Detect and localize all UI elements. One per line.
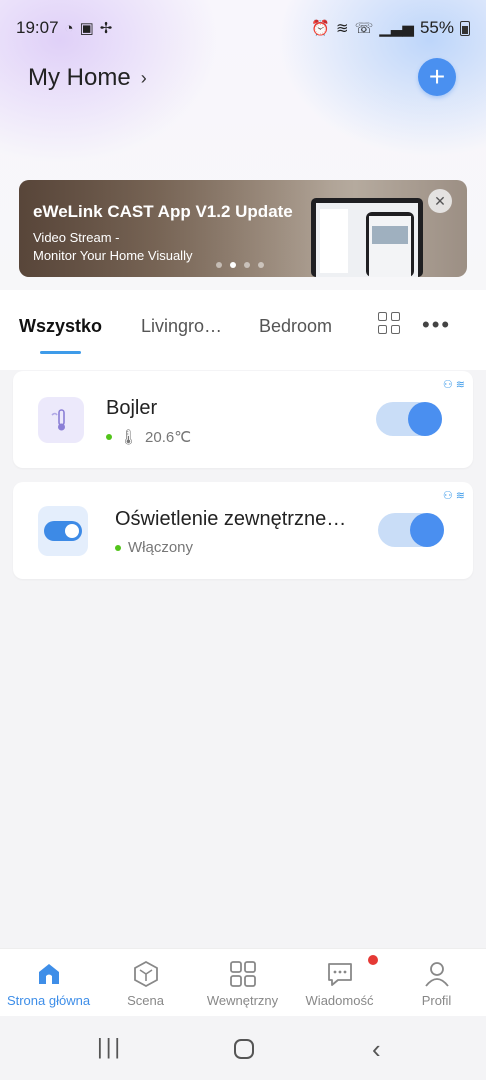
recent-apps-icon[interactable]: ||| xyxy=(97,1034,123,1060)
battery-percent: 55% xyxy=(419,18,454,37)
shared-icon: ⚇ xyxy=(442,379,453,391)
active-tab-indicator xyxy=(40,351,81,354)
signal-icon: ▁▃▅ xyxy=(379,20,414,37)
device-status-text: Włączony xyxy=(128,539,194,556)
battery-icon xyxy=(460,20,470,36)
back-icon[interactable]: ‹ xyxy=(372,1034,381,1065)
nav-messages-label: Wiadomość xyxy=(305,993,374,1008)
fan-icon: ✢ xyxy=(99,20,113,37)
device-toggle[interactable] xyxy=(376,402,442,436)
add-device-button[interactable]: + xyxy=(418,58,456,96)
device-name: Bojler xyxy=(106,397,158,419)
tab-bedroom[interactable]: Bedroom xyxy=(259,316,332,337)
carousel-dot[interactable] xyxy=(258,262,264,268)
device-badges: ⚇ ≋ xyxy=(443,489,465,502)
clock: 19:07 xyxy=(16,18,59,37)
close-icon[interactable]: ✕ xyxy=(428,189,452,213)
shared-icon: ⚇ xyxy=(442,490,453,502)
promo-banner[interactable]: eWeLink CAST App V1.2 Update Video Strea… xyxy=(19,180,467,277)
scene-icon xyxy=(131,959,161,989)
profile-icon xyxy=(422,959,452,989)
thermometer-icon xyxy=(38,397,84,443)
nav-home-label: Strona główna xyxy=(6,993,91,1008)
banner-title: eWeLink CAST App V1.2 Update xyxy=(33,202,293,221)
wifi-icon: ≋ xyxy=(455,490,465,502)
banner-subtitle-line-1: Video Stream - xyxy=(33,230,120,245)
room-tabs: Wszystko Livingro… Bedroom xyxy=(0,290,486,370)
device-badges: ⚇ ≋ xyxy=(443,378,465,391)
phone-illustration xyxy=(366,212,414,277)
carousel-dot[interactable] xyxy=(216,262,222,268)
device-toggle[interactable] xyxy=(378,513,444,547)
nav-scene-label: Scena xyxy=(127,993,164,1008)
carousel-dot-active[interactable] xyxy=(230,262,236,268)
system-navigation-bar: ||| ‹ xyxy=(0,1016,486,1080)
device-status-text: 20.6℃ xyxy=(145,429,192,446)
bottom-navigation: Strona główna Scena Wewnętrzny Wiadomość… xyxy=(0,948,486,1017)
carousel-dots xyxy=(216,262,264,268)
gallery-icon: ▣ xyxy=(79,20,94,37)
switch-icon xyxy=(38,506,88,556)
carousel-dot[interactable] xyxy=(244,262,250,268)
nav-profile-label: Profil xyxy=(421,993,452,1008)
device-card-oswietlenie[interactable]: ⚇ ≋ Oświetlenie zewnętrzne… Włączony xyxy=(13,482,473,579)
wifi-icon: ≋ xyxy=(336,20,349,37)
message-icon xyxy=(325,959,355,989)
home-selector[interactable]: My Home › xyxy=(28,64,147,92)
alarm-icon: ⏰ xyxy=(311,20,331,37)
nav-home[interactable]: Strona główna xyxy=(0,949,97,1017)
tab-wszystko[interactable]: Wszystko xyxy=(19,316,102,337)
home-button-icon[interactable] xyxy=(233,1036,255,1067)
chevron-right-icon: › xyxy=(140,67,147,88)
nav-scene[interactable]: Scena xyxy=(97,949,194,1017)
wifi-icon: ≋ xyxy=(455,379,465,391)
nav-interior-label: Wewnętrzny xyxy=(206,993,279,1008)
notification-badge xyxy=(368,955,378,965)
status-bar: 19:07 ◔ ▣ ✢ ⏰ ≋ ☏ ▁▃▅ 55% xyxy=(0,0,486,56)
banner-subtitle: Video Stream - Monitor Your Home Visuall… xyxy=(33,229,253,265)
online-indicator xyxy=(106,434,112,440)
device-status: Włączony xyxy=(115,539,193,556)
temperature-icon: 🌡 xyxy=(119,429,139,446)
nav-profile[interactable]: Profil xyxy=(388,949,485,1017)
home-icon xyxy=(34,959,64,989)
online-indicator xyxy=(115,544,121,551)
more-icon[interactable]: ••• xyxy=(422,312,451,338)
whatsapp-icon: ◔ xyxy=(64,19,74,37)
wifi-call-icon: ☏ xyxy=(354,20,374,37)
device-status: 🌡 20.6℃ xyxy=(106,428,191,446)
room-grid-icon[interactable] xyxy=(378,312,400,334)
device-card-bojler[interactable]: ⚇ ≋ Bojler 🌡 20.6℃ xyxy=(13,371,473,468)
tab-livingroom[interactable]: Livingro… xyxy=(141,316,222,337)
home-title: My Home xyxy=(28,64,131,91)
device-name: Oświetlenie zewnętrzne… xyxy=(115,508,347,530)
grid-icon xyxy=(228,959,258,989)
nav-interior[interactable]: Wewnętrzny xyxy=(194,949,291,1017)
